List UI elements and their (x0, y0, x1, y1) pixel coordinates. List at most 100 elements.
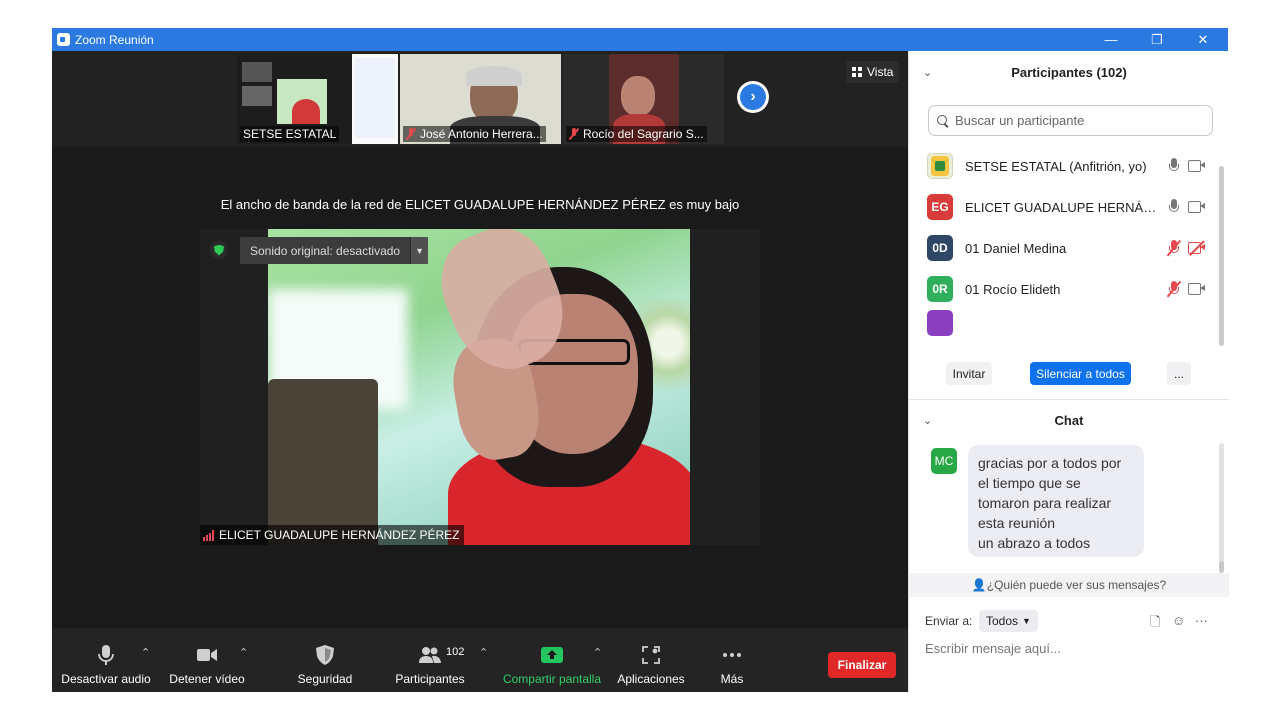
participants-label: Participantes (395, 672, 465, 686)
avatar (927, 310, 953, 336)
avatar: 0D (927, 235, 953, 261)
stop-video-button[interactable]: Detener vídeo (164, 628, 250, 692)
participant-row[interactable]: SETSE ESTATAL (Anfitrión, yo) (909, 146, 1219, 187)
share-screen-button[interactable]: Compartir pantalla (500, 628, 604, 692)
weak-signal-icon (203, 529, 214, 541)
mute-all-button[interactable]: Silenciar a todos (1030, 362, 1131, 385)
mute-button[interactable]: Desactivar audio (60, 628, 152, 692)
collapse-participants-chevron-icon[interactable]: ⌄ (923, 58, 932, 88)
chat-input-placeholder: Escribir mensaje aquí... (925, 641, 1061, 656)
original-sound-toggle[interactable]: Sonido original: desactivado ▼ (240, 237, 429, 264)
share-screen-icon (541, 647, 563, 663)
speaker-nameplate: ELICET GUADALUPE HERNÁNDEZ PÉREZ (200, 525, 464, 545)
participants-button[interactable]: 102 Participantes (388, 628, 472, 692)
end-meeting-button[interactable]: Finalizar (828, 652, 896, 678)
video-options-caret[interactable]: ⌃ (239, 646, 248, 659)
view-button[interactable]: Vista (846, 61, 900, 83)
original-sound-label[interactable]: Sonido original: desactivado (240, 237, 411, 264)
encryption-shield-icon[interactable] (210, 241, 228, 259)
participant-row[interactable]: 0D 01 Daniel Medina (909, 228, 1219, 269)
meeting-toolbar: Desactivar audio ⌃ Detener vídeo ⌃ Segur… (52, 628, 908, 692)
thumbnail-jose-antonio[interactable]: José Antonio Herrera... (400, 54, 561, 144)
background-chair (268, 379, 378, 545)
microphone-icon[interactable] (1167, 158, 1181, 174)
chat-message-input[interactable]: Escribir mensaje aquí... (925, 641, 1215, 656)
avatar: 0R (927, 276, 953, 302)
who-can-see-label: ¿Quién puede ver sus mensajes? (986, 578, 1167, 592)
video-camera-icon[interactable] (1188, 201, 1206, 213)
participant-list-scrollbar[interactable] (1219, 166, 1224, 346)
stop-video-label: Detener vídeo (169, 672, 245, 686)
collapse-chat-chevron-icon[interactable]: ⌄ (923, 406, 932, 436)
participant-row[interactable]: EG ELICET GUADALUPE HERNÁNDEZ PÉREZ (909, 187, 1219, 228)
speaker-feed (268, 229, 690, 545)
apps-button[interactable]: Aplicaciones (612, 628, 690, 692)
send-to-label: Enviar a: (925, 614, 973, 628)
shield-icon (316, 645, 334, 665)
microphone-muted-icon[interactable] (1166, 280, 1181, 298)
seal-shape (931, 156, 949, 176)
participant-name: 01 Daniel Medina (965, 241, 1067, 256)
mic-off-icon (569, 128, 579, 140)
restore-button[interactable]: ❐ (1134, 28, 1180, 51)
speaker-name: ELICET GUADALUPE HERNÁNDEZ PÉREZ (219, 528, 460, 542)
more-options-button[interactable]: ... (1167, 362, 1191, 385)
share-screen-label: Compartir pantalla (502, 672, 602, 686)
thumbnail-rocio[interactable]: Rocío del Sagrario S... (563, 54, 724, 144)
preview-person (292, 99, 320, 124)
minimize-button[interactable]: — (1088, 28, 1134, 51)
seal-center (935, 161, 945, 171)
preview-tile-b (242, 86, 272, 106)
participants-icon (419, 647, 441, 663)
message-line: esta reunión (978, 515, 1056, 531)
file-icon[interactable]: 🗋 (1150, 613, 1160, 635)
thumbnail-name: José Antonio Herrera... (420, 127, 543, 141)
participants-options-caret[interactable]: ⌃ (479, 646, 488, 659)
message-line: el tiempo que se (978, 475, 1081, 491)
video-camera-icon[interactable] (1188, 283, 1206, 295)
who-can-see-messages[interactable]: 👤¿Quién puede ver sus mensajes? (909, 573, 1229, 597)
chat-scrollbar-track[interactable] (1219, 443, 1224, 573)
participant-row-partial[interactable] (909, 310, 1219, 346)
thumbnail-name-row: José Antonio Herrera... (403, 126, 546, 142)
chevron-down-icon: ▼ (1022, 616, 1031, 626)
people-info-icon: 👤 (971, 578, 987, 592)
microphone-muted-icon[interactable] (1166, 239, 1181, 257)
participant-list: SETSE ESTATAL (Anfitrión, yo) EG ELICET … (909, 146, 1219, 346)
more-dots-icon[interactable]: ··· (1195, 613, 1208, 628)
chat-scrollbar-thumb[interactable] (1219, 561, 1224, 573)
mic-off-icon (406, 128, 416, 140)
thumbnail-setse[interactable]: SETSE ESTATAL (237, 54, 398, 144)
participant-row[interactable]: 0R 01 Rocío Elideth (909, 269, 1219, 310)
chat-message-bubble[interactable]: gracias por a todos por el tiempo que se… (968, 445, 1144, 557)
chevron-down-icon[interactable]: ▼ (410, 237, 429, 264)
view-label: Vista (867, 65, 894, 79)
more-button[interactable]: Más (712, 628, 752, 692)
close-button[interactable]: ✕ (1180, 28, 1226, 51)
participant-search-input[interactable]: Buscar un participante (928, 105, 1213, 136)
send-to-select[interactable]: Todos ▼ (979, 610, 1038, 632)
bandwidth-warning: El ancho de banda de la red de ELICET GU… (220, 197, 740, 212)
video-camera-icon[interactable] (1188, 160, 1206, 172)
emoji-icon[interactable]: ☺ (1172, 613, 1185, 628)
video-off-icon[interactable] (1188, 240, 1206, 256)
active-speaker-video[interactable]: Sonido original: desactivado ▼ ELICET GU… (200, 229, 760, 545)
participant-name: SETSE ESTATAL (Anfitrión, yo) (965, 159, 1147, 174)
share-options-caret[interactable]: ⌃ (593, 646, 602, 659)
participant-face (621, 76, 655, 116)
apps-label: Aplicaciones (617, 672, 685, 686)
participant-name: 01 Rocío Elideth (965, 282, 1061, 297)
participants-header: ⌄ Participantes (102) (909, 58, 1229, 88)
microphone-icon[interactable] (1167, 199, 1181, 215)
next-page-button[interactable]: › (737, 81, 769, 113)
send-to-value: Todos (986, 614, 1019, 628)
video-area: SETSE ESTATAL José Antonio Herrera... Ro… (52, 51, 908, 692)
grid-view-icon (852, 67, 862, 77)
thumbnail-name-row: Rocío del Sagrario S... (566, 126, 707, 142)
thumbnail-name: Rocío del Sagrario S... (583, 127, 704, 141)
title-bar: Zoom Reunión — ❐ ✕ (52, 28, 1228, 51)
audio-options-caret[interactable]: ⌃ (141, 646, 150, 659)
participant-name: ELICET GUADALUPE HERNÁNDEZ PÉREZ (965, 200, 1165, 215)
security-button[interactable]: Seguridad (288, 628, 362, 692)
invite-button[interactable]: Invitar (946, 362, 992, 385)
